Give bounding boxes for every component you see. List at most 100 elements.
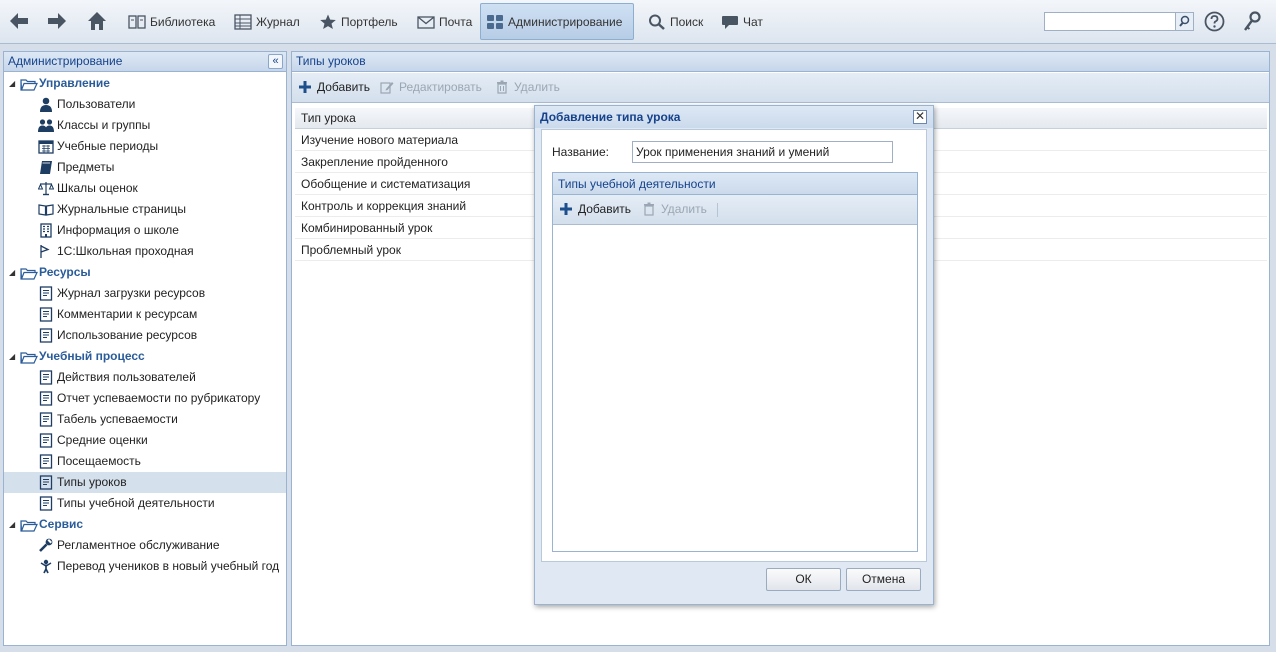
dialog-body: Название: Типы учебной деятельности Доба… [541, 129, 927, 562]
tree-group-label: Ресурсы [39, 265, 91, 279]
trash-icon [497, 80, 507, 94]
nav-admin[interactable]: Администрирование [480, 3, 634, 40]
expand-triangle-icon[interactable]: ◢ [9, 346, 15, 367]
cancel-button[interactable]: Отмена [846, 568, 921, 591]
help-icon[interactable] [1204, 11, 1225, 32]
tree-item-label: Отчет успеваемости по рубрикатору [57, 391, 261, 405]
users-group-icon [38, 118, 54, 133]
tree-item[interactable]: Типы уроков [4, 472, 286, 493]
tree-group[interactable]: ◢ Управление [4, 73, 286, 94]
report-icon [38, 412, 54, 427]
activity-types-panel: Типы учебной деятельности Добавить Удали… [552, 172, 918, 552]
tree-item[interactable]: Действия пользователей [4, 367, 286, 388]
panel-header: Типы уроков [292, 52, 1269, 72]
ok-button[interactable]: ОК [766, 568, 841, 591]
tree-item-label: 1С:Школьная проходная [57, 244, 194, 258]
search-icon [1179, 15, 1190, 27]
admin-tree-panel: Администрирование « ◢ Управление Пользоват… [3, 51, 287, 646]
tree-item[interactable]: Использование ресурсов [4, 325, 286, 346]
tree-item[interactable]: Средние оценки [4, 430, 286, 451]
back-arrow-icon[interactable] [8, 11, 30, 31]
forward-arrow-icon[interactable] [46, 11, 68, 31]
tree-item[interactable]: Регламентное обслуживание [4, 535, 286, 556]
add-label: Добавить [578, 202, 632, 216]
key-icon[interactable] [1242, 11, 1262, 33]
top-search-input[interactable] [1045, 13, 1175, 30]
tree-item-label: Регламентное обслуживание [57, 538, 220, 552]
tree-group-label: Управление [39, 76, 110, 90]
expand-triangle-icon[interactable]: ◢ [9, 73, 15, 94]
nav-portfolio[interactable]: Портфель [313, 3, 404, 40]
dialog-title: Добавление типа урока [535, 106, 933, 128]
tree-item[interactable]: Журнал загрузки ресурсов [4, 283, 286, 304]
tree-item-label: Журнальные страницы [57, 202, 186, 216]
panel-header: Администрирование « [4, 52, 286, 72]
folder-open-icon [20, 518, 38, 532]
tree-item-label: Пользователи [57, 97, 136, 111]
activity-delete-button[interactable]: Удалить [642, 202, 707, 216]
nav-mail[interactable]: Почта [411, 3, 478, 40]
tree-item-label: Посещаемость [57, 454, 141, 468]
expand-triangle-icon[interactable]: ◢ [9, 262, 15, 283]
tree-item[interactable]: Учебные периоды [4, 136, 286, 157]
tree-item[interactable]: Шкалы оценок [4, 178, 286, 199]
tree-group-label: Сервис [39, 517, 84, 531]
tree-item[interactable]: Информация о школе [4, 220, 286, 241]
report-icon [38, 433, 54, 448]
envelope-icon [417, 15, 435, 29]
tree-item-label: Учебные периоды [57, 139, 159, 153]
tree-item[interactable]: Типы учебной деятельности [4, 493, 286, 514]
home-icon[interactable] [86, 10, 108, 32]
tree-item[interactable]: Посещаемость [4, 451, 286, 472]
top-toolbar: Библиотека Журнал Портфель Почта Админис… [0, 0, 1276, 44]
tree-group[interactable]: ◢ Ресурсы [4, 262, 286, 283]
nav-journal[interactable]: Журнал [228, 3, 306, 40]
tree-item-label: Информация о школе [57, 223, 179, 237]
tree-item[interactable]: Комментарии к ресурсам [4, 304, 286, 325]
nav-library[interactable]: Библиотека [122, 3, 221, 40]
tree-item[interactable]: Предметы [4, 157, 286, 178]
flag-icon [38, 244, 54, 259]
tree-item[interactable]: Перевод учеников в новый учебный год [4, 556, 286, 577]
main-toolbar: Добавить Редактировать Удалить [292, 73, 1269, 103]
tree-item[interactable]: 1С:Школьная проходная [4, 241, 286, 262]
user-icon [38, 97, 54, 112]
activity-add-button[interactable]: Добавить [559, 202, 631, 216]
scales-icon [37, 181, 55, 196]
tree-group[interactable]: ◢ Сервис [4, 514, 286, 535]
tree-item[interactable]: Журнальные страницы [4, 199, 286, 220]
report-icon [38, 307, 54, 322]
name-input[interactable] [632, 141, 893, 163]
expand-triangle-icon[interactable]: ◢ [9, 514, 15, 535]
collapse-button[interactable]: « [268, 54, 283, 69]
nav-label: Администрирование [508, 14, 623, 29]
nav-chat[interactable]: Чат [715, 3, 769, 40]
open-book-icon [38, 202, 54, 217]
nav-search[interactable]: Поиск [642, 3, 709, 40]
delete-button[interactable]: Удалить [495, 80, 560, 94]
search-button[interactable] [1175, 13, 1193, 30]
journal-icon [234, 13, 252, 30]
tree-item[interactable]: Классы и группы [4, 115, 286, 136]
nav-label: Журнал [256, 14, 300, 29]
nav-label: Портфель [341, 14, 398, 29]
tree-item[interactable]: Отчет успеваемости по рубрикатору [4, 388, 286, 409]
add-button[interactable]: Добавить [298, 80, 370, 94]
subpanel-toolbar: Добавить Удалить [553, 195, 917, 225]
tree-group[interactable]: ◢ Учебный процесс [4, 346, 286, 367]
tree-item-label: Классы и группы [57, 118, 151, 132]
pencil-icon [380, 82, 394, 94]
edit-button[interactable]: Редактировать [380, 80, 482, 94]
close-icon[interactable]: ✕ [913, 110, 927, 124]
tree-item[interactable]: Пользователи [4, 94, 286, 115]
report-icon [38, 391, 54, 406]
tree-item-label: Журнал загрузки ресурсов [57, 286, 206, 300]
tree-item-label: Табель успеваемости [57, 412, 178, 426]
tree-item[interactable]: Табель успеваемости [4, 409, 286, 430]
chat-bubble-icon [722, 15, 738, 29]
tree-item-label: Шкалы оценок [57, 181, 138, 195]
subpanel-title: Типы учебной деятельности [553, 173, 917, 195]
tree-item-label: Средние оценки [57, 433, 148, 447]
tree-item-label: Действия пользователей [57, 370, 196, 384]
folder-open-icon [20, 350, 38, 364]
